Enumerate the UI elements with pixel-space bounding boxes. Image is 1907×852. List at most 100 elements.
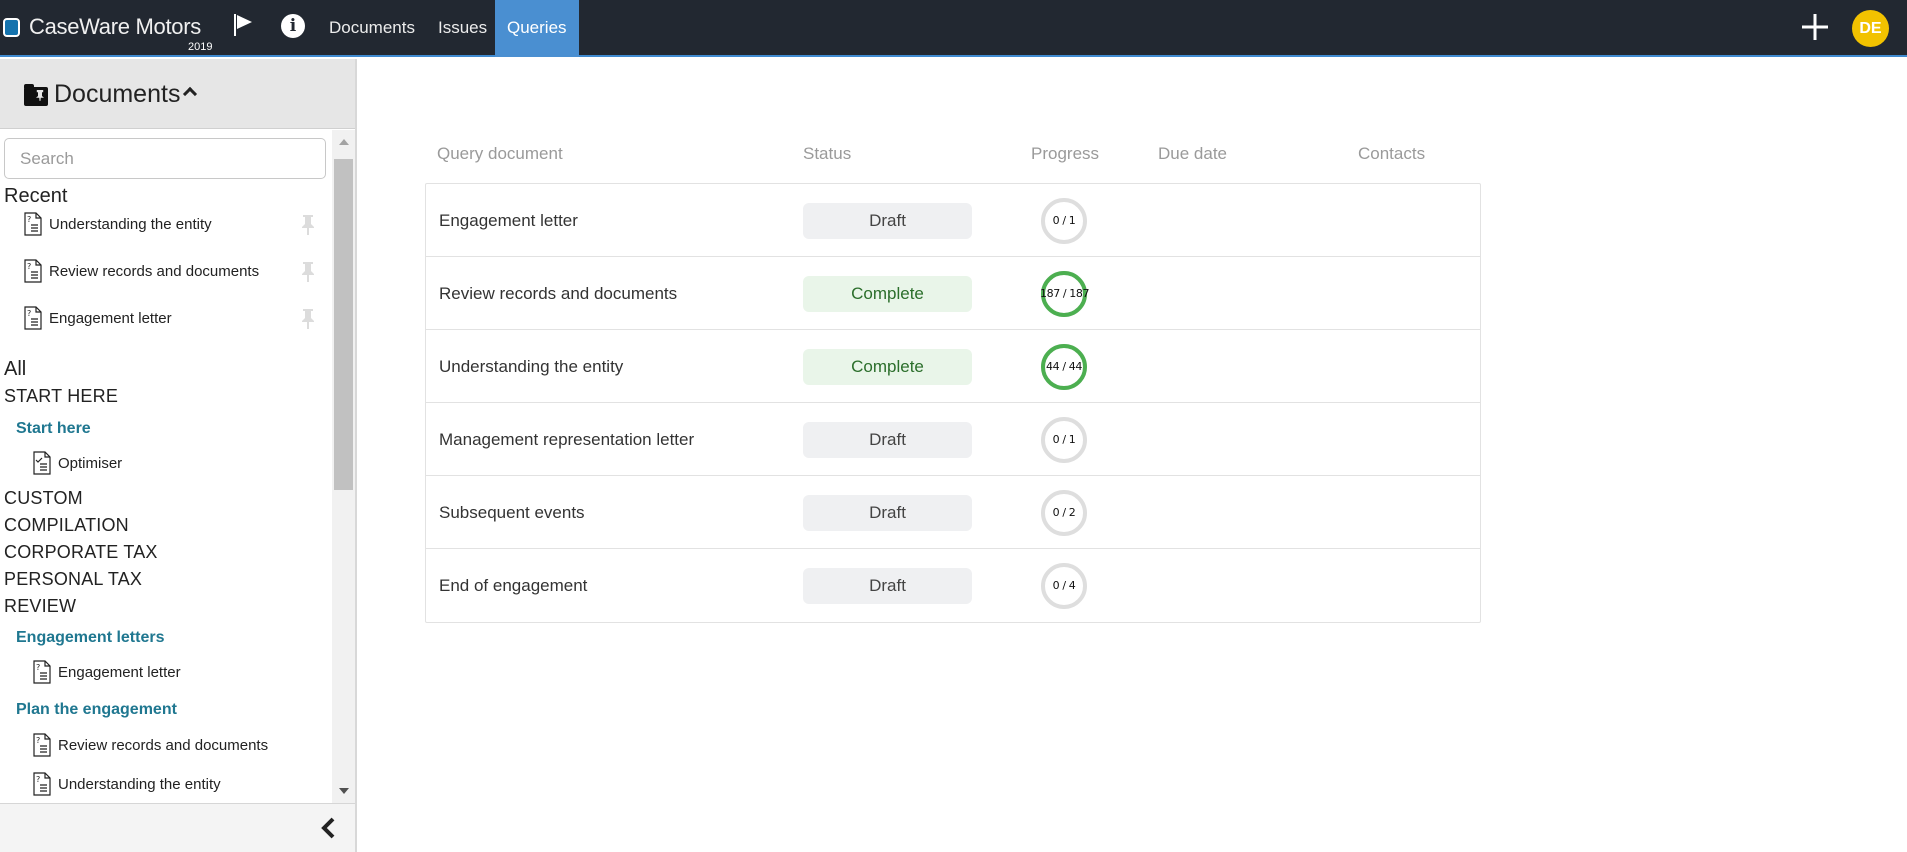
svg-text:?: ?: [36, 736, 40, 745]
progress-label: 0 / 1: [1052, 433, 1076, 446]
status-badge: Draft: [803, 203, 972, 239]
brand-logo-icon: [3, 17, 20, 37]
group-corporate-tax[interactable]: CORPORATE TAX: [4, 542, 158, 563]
tree-document-understanding-entity[interactable]: ? Understanding the entity: [33, 772, 221, 796]
svg-text:?: ?: [27, 309, 31, 318]
sidebar-footer: [0, 803, 355, 852]
column-header-status[interactable]: Status: [803, 144, 851, 164]
pin-icon[interactable]: [300, 261, 316, 283]
status-badge: Complete: [803, 276, 972, 312]
folder-plan-the-engagement[interactable]: Plan the engagement: [16, 701, 177, 719]
status-badge: Draft: [803, 422, 972, 458]
tab-issues[interactable]: Issues: [426, 0, 499, 57]
collapse-sidebar-chevron-left-icon[interactable]: [318, 816, 340, 840]
query-document-name[interactable]: Management representation letter: [439, 403, 694, 476]
top-navigation-bar: CaseWare Motors 2019 i Documents Issues …: [0, 0, 1907, 57]
scroll-up-arrow-icon[interactable]: [339, 139, 349, 145]
progress-ring: 44 / 44: [1040, 343, 1088, 391]
sidebar-header[interactable]: Documents: [0, 59, 355, 129]
group-custom[interactable]: CUSTOM: [4, 488, 83, 509]
progress-label: 0 / 4: [1052, 579, 1076, 592]
recent-heading: Recent: [4, 185, 68, 207]
tree-document-optimiser[interactable]: Optimiser: [33, 451, 122, 475]
status-badge: Draft: [803, 495, 972, 531]
query-document-icon: ?: [33, 733, 51, 757]
engagement-year: 2019: [188, 41, 213, 53]
svg-text:?: ?: [36, 775, 40, 784]
progress-ring: 0 / 4: [1040, 562, 1088, 610]
sidebar-title: Documents: [54, 80, 181, 108]
sidebar-scrollbar[interactable]: [332, 130, 355, 803]
scroll-down-arrow-icon[interactable]: [339, 788, 349, 794]
query-document-name[interactable]: Engagement letter: [439, 184, 578, 257]
column-header-due-date[interactable]: Due date: [1158, 144, 1227, 164]
tree-document-label: Understanding the entity: [58, 775, 221, 793]
query-document-name[interactable]: Review records and documents: [439, 257, 677, 330]
recent-item[interactable]: ? Engagement letter: [24, 306, 172, 330]
query-row[interactable]: Subsequent events Draft 0 / 2: [426, 476, 1480, 549]
tree-document-review-records[interactable]: ? Review records and documents: [33, 733, 268, 757]
query-row[interactable]: Review records and documents Complete 187 …: [426, 257, 1480, 330]
tree-document-engagement-letter[interactable]: ? Engagement letter: [33, 660, 181, 684]
query-row[interactable]: Understanding the entity Complete 44 / 44: [426, 330, 1480, 403]
progress-ring: 0 / 1: [1040, 416, 1088, 464]
progress-label: 44 / 44: [1046, 360, 1082, 373]
recent-item[interactable]: ? Review records and documents: [24, 259, 259, 283]
pin-icon[interactable]: [300, 308, 316, 330]
query-row[interactable]: End of engagement Draft 0 / 4: [426, 549, 1480, 622]
documents-sidebar: Documents Recent ? Understanding the ent…: [0, 59, 357, 852]
query-row[interactable]: Management representation letter Draft 0 /…: [426, 403, 1480, 476]
query-row[interactable]: Engagement letter Draft 0 / 1: [426, 184, 1480, 257]
all-heading: All: [4, 358, 27, 380]
sidebar-search-input[interactable]: [4, 138, 326, 179]
query-document-icon: ?: [24, 306, 42, 330]
tab-queries[interactable]: Queries: [495, 0, 579, 57]
progress-label: 0 / 1: [1052, 214, 1076, 227]
column-header-contacts[interactable]: Contacts: [1358, 144, 1425, 164]
engagement-name: CaseWare Motors: [29, 14, 201, 39]
tree-document-label: Optimiser: [58, 454, 123, 472]
scrollbar-thumb[interactable]: [334, 159, 353, 490]
group-review[interactable]: REVIEW: [4, 596, 76, 617]
brand[interactable]: CaseWare Motors: [3, 14, 201, 40]
column-header-progress[interactable]: Progress: [1031, 144, 1099, 164]
group-personal-tax[interactable]: PERSONAL TAX: [4, 569, 142, 590]
group-start-here[interactable]: START HERE: [4, 386, 118, 407]
sidebar-document-list: Recent ? Understanding the entity ? Revi…: [0, 130, 355, 803]
info-icon[interactable]: i: [281, 14, 305, 38]
query-document-name[interactable]: Subsequent events: [439, 476, 585, 549]
status-badge: Complete: [803, 349, 972, 385]
chevron-up-icon[interactable]: [182, 86, 198, 102]
svg-text:?: ?: [36, 663, 40, 672]
query-document-name[interactable]: Understanding the entity: [439, 330, 623, 403]
tab-documents[interactable]: Documents: [317, 0, 427, 57]
tree-document-label: Engagement letter: [58, 663, 181, 681]
pin-icon[interactable]: [300, 214, 316, 236]
column-header-query-document[interactable]: Query document: [437, 144, 563, 164]
svg-text:?: ?: [27, 215, 31, 224]
query-document-icon: ?: [24, 212, 42, 236]
folder-engagement-letters[interactable]: Engagement letters: [16, 629, 164, 647]
user-avatar[interactable]: DE: [1852, 10, 1889, 47]
query-document-icon: ?: [33, 660, 51, 684]
progress-ring: 187 / 187: [1040, 270, 1090, 318]
queries-table: Engagement letter Draft 0 / 1 Review record…: [425, 183, 1481, 623]
group-compilation[interactable]: COMPILATION: [4, 515, 129, 536]
query-document-icon: ?: [24, 259, 42, 283]
tree-document-label: Review records and documents: [58, 736, 269, 754]
recent-item-label: Understanding the entity: [49, 215, 212, 233]
recent-item[interactable]: ? Understanding the entity: [24, 212, 212, 236]
recent-item-label: Engagement letter: [49, 309, 172, 327]
progress-label: 187 / 187: [1040, 287, 1090, 300]
progress-label: 0 / 2: [1052, 506, 1076, 519]
plus-icon[interactable]: [1800, 12, 1830, 42]
status-badge: Draft: [803, 568, 972, 604]
progress-ring: 0 / 2: [1040, 489, 1088, 537]
checklist-document-icon: [33, 451, 51, 475]
progress-ring: 0 / 1: [1040, 197, 1088, 245]
folder-start-here[interactable]: Start here: [16, 420, 91, 438]
query-document-name[interactable]: End of engagement: [439, 549, 587, 622]
recent-item-label: Review records and documents: [49, 262, 260, 280]
flag-icon[interactable]: [232, 12, 256, 38]
query-document-icon: ?: [33, 772, 51, 796]
